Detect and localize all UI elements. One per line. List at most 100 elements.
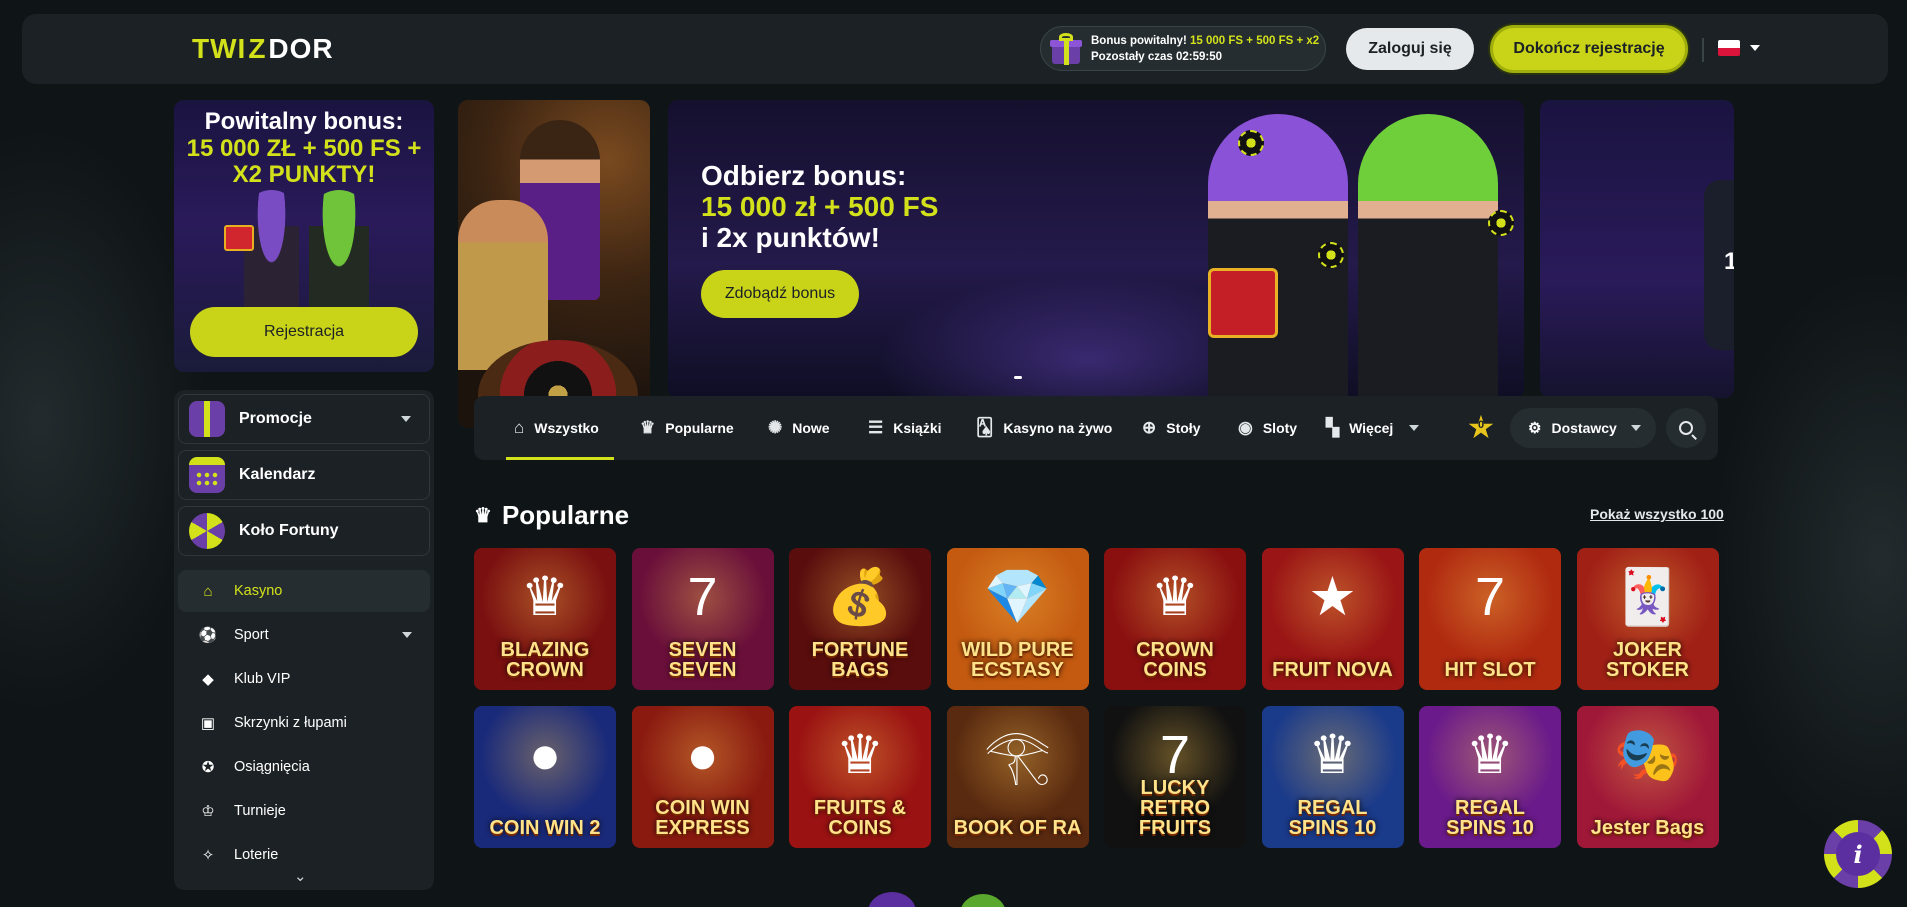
- tab-new[interactable]: ✺ Nowe: [768, 396, 830, 460]
- sidebar-item-loot-boxes[interactable]: ▣ Skrzynki z łupami: [178, 702, 430, 744]
- game-artwork-icon: 💰: [826, 567, 894, 627]
- game-artwork-icon: 7: [1159, 725, 1191, 785]
- tab-popular[interactable]: ♛ Popularne: [640, 396, 734, 460]
- language-selector[interactable]: [1718, 40, 1760, 56]
- tab-tables[interactable]: ⊕ Stoły: [1142, 396, 1200, 460]
- game-tile[interactable]: 7 LUCKY RETRO FRUITS: [1104, 706, 1246, 848]
- sidebar-item-calendar[interactable]: Kalendarz: [178, 450, 430, 500]
- game-tile[interactable]: ♛ FRUITS & COINS: [789, 706, 931, 848]
- game-tile[interactable]: 🃏 JOKER STOKER: [1577, 548, 1719, 690]
- game-tile[interactable]: ♛ REGAL SPINS 10: [1262, 706, 1404, 848]
- info-icon: i: [1836, 832, 1880, 876]
- favorites-button[interactable]: ★ 0: [1466, 411, 1496, 443]
- sidebar-item-label: Klub VIP: [234, 671, 291, 687]
- game-artwork-icon: 7: [687, 567, 718, 627]
- sidebar-item-achievements[interactable]: ✪ Osiągnięcia: [178, 746, 430, 788]
- game-artwork-icon: ♛: [1150, 567, 1200, 627]
- promo-illustration: [224, 190, 384, 310]
- poland-flag-icon: [1718, 40, 1740, 56]
- chevron-down-icon: [402, 632, 412, 638]
- login-button[interactable]: Zaloguj się: [1346, 28, 1474, 70]
- sidebar-item-fortune-wheel[interactable]: Koło Fortuny: [178, 506, 430, 556]
- tab-books[interactable]: ☰ Książki: [868, 396, 942, 460]
- new-badge-icon: ✺: [768, 418, 783, 437]
- game-artwork-icon: ★: [1308, 567, 1357, 627]
- search-button[interactable]: [1666, 408, 1706, 448]
- casino-chip-icon: [1318, 242, 1344, 268]
- game-tile[interactable]: 💎 WILD PURE ECSTASY: [947, 548, 1089, 690]
- game-tile[interactable]: ♛ CROWN COINS: [1104, 548, 1246, 690]
- complete-registration-button[interactable]: Dokończ rejestrację: [1490, 25, 1688, 73]
- logo-text-2: DOR: [268, 33, 334, 64]
- top-header: TWI Z DOR Bonus powitalny! 15 000 FS + 500…: [22, 14, 1888, 84]
- sidebar-nav: Promocje Kalendarz Koło Fortuny ⌂ Kasyno…: [174, 390, 434, 890]
- section-title-popular: ♛ Popularne: [474, 500, 629, 531]
- slots-icon: ◉: [1238, 418, 1253, 437]
- tab-label: Sloty: [1262, 420, 1298, 436]
- sidebar-item-promotions[interactable]: Promocje: [178, 394, 430, 444]
- sidebar-item-vip-club[interactable]: ◆ Klub VIP: [178, 658, 430, 700]
- game-title: BLAZING CROWN: [500, 639, 590, 681]
- banner-slide-next[interactable]: 1: [1540, 100, 1734, 398]
- show-all-link[interactable]: Pokaż wszystko 100: [1590, 506, 1724, 522]
- game-tile[interactable]: 7 HIT SLOT: [1419, 548, 1561, 690]
- banner-slide-current[interactable]: Odbierz bonus: 15 000 zł + 500 FS i 2x p…: [668, 100, 1524, 398]
- game-title: LUCKY RETRO FRUITS: [1138, 777, 1212, 839]
- brand-logo[interactable]: TWI Z DOR: [192, 33, 334, 64]
- sidebar-item-label: Turnieje: [234, 803, 286, 819]
- game-tile[interactable]: ● COIN WIN 2: [474, 706, 616, 848]
- get-bonus-button[interactable]: Zdobądź bonus: [701, 270, 859, 318]
- welcome-bonus-card[interactable]: Powitalny bonus: 15 000 ZŁ + 500 FS + X2…: [174, 100, 434, 372]
- game-tile[interactable]: 🎭 Jester Bags: [1577, 706, 1719, 848]
- tab-live-casino[interactable]: 🂡 Kasyno na żywo: [976, 396, 1112, 460]
- welcome-bonus-timer[interactable]: Bonus powitalny! 15 000 FS + 500 FS + x2…: [1040, 26, 1326, 71]
- tab-slots[interactable]: ◉ Sloty: [1238, 396, 1297, 460]
- sidebar-item-casino[interactable]: ⌂ Kasyno: [178, 570, 430, 612]
- sidebar-item-sport[interactable]: ⚽ Sport: [178, 614, 430, 656]
- crown-icon: ♛: [640, 418, 656, 437]
- game-tile[interactable]: 𓂀 BOOK OF RA: [947, 706, 1089, 848]
- providers-label: Dostawcy: [1551, 420, 1617, 436]
- game-artwork-icon: ♛: [835, 725, 885, 785]
- game-tile[interactable]: 7 SEVEN SEVEN: [632, 548, 774, 690]
- game-tile[interactable]: ★ FRUIT NOVA: [1262, 548, 1404, 690]
- providers-dropdown[interactable]: ⚙ Dostawcy: [1510, 408, 1656, 448]
- games-grid: ♛ BLAZING CROWN 7 SEVEN SEVEN 💰 FORTUNE BAGS 💎…: [474, 548, 1719, 848]
- game-title: WILD PURE ECSTASY: [961, 639, 1074, 681]
- game-tile[interactable]: 💰 FORTUNE BAGS: [789, 548, 931, 690]
- carousel-indicators[interactable]: [1014, 376, 1022, 379]
- game-tile[interactable]: ♛ REGAL SPINS 10: [1419, 706, 1561, 848]
- banner-title: Odbierz bonus: 15 000 zł + 500 FS i 2x p…: [701, 160, 938, 253]
- books-icon: ☰: [868, 418, 884, 437]
- live-cards-icon: 🂡: [976, 418, 994, 437]
- game-tile[interactable]: ● COIN WIN EXPRESS: [632, 706, 774, 848]
- chevron-down-icon: [1630, 425, 1641, 431]
- promo-title: Powitalny bonus:: [204, 108, 404, 135]
- tab-label: Stoły: [1166, 420, 1201, 436]
- sidebar-item-label: Kalendarz: [239, 466, 316, 483]
- banner-slide-previous[interactable]: [458, 100, 650, 428]
- tab-label: Książki: [893, 420, 942, 436]
- tab-more[interactable]: ▚ Więcej: [1326, 396, 1420, 460]
- sidebar-item-tournaments[interactable]: ♔ Turnieje: [178, 790, 430, 832]
- category-bar: ⌂ Wszystko ♛ Popularne ✺ Nowe ☰ Książki …: [474, 396, 1718, 460]
- info-button[interactable]: i: [1824, 820, 1892, 888]
- home-icon: ⌂: [514, 418, 525, 437]
- home-icon: ⌂: [203, 582, 213, 600]
- game-title: FRUIT NOVA: [1272, 659, 1393, 681]
- gift-box-icon: [189, 401, 225, 437]
- logo-text-mid: Z: [248, 33, 267, 64]
- tab-all[interactable]: ⌂ Wszystko: [506, 396, 614, 460]
- registration-button[interactable]: Rejestracja: [190, 307, 418, 357]
- game-tile[interactable]: ♛ BLAZING CROWN: [474, 548, 616, 690]
- loot-box-icon: ▣: [200, 714, 216, 732]
- game-title: HIT SLOT: [1444, 659, 1536, 681]
- gift-box-icon: [1049, 32, 1083, 66]
- game-title: COIN WIN EXPRESS: [655, 797, 750, 839]
- carousel-dot[interactable]: [1014, 376, 1022, 379]
- bonus-label: Bonus powitalny!: [1091, 34, 1191, 47]
- bonus-timer-text: Bonus powitalny! 15 000 FS + 500 FS + x2…: [1091, 33, 1319, 65]
- tab-label: Kasyno na żywo: [1003, 420, 1113, 436]
- double-chevron-down-icon[interactable]: ⌄: [294, 867, 307, 885]
- more-icon: ▚: [1326, 418, 1340, 437]
